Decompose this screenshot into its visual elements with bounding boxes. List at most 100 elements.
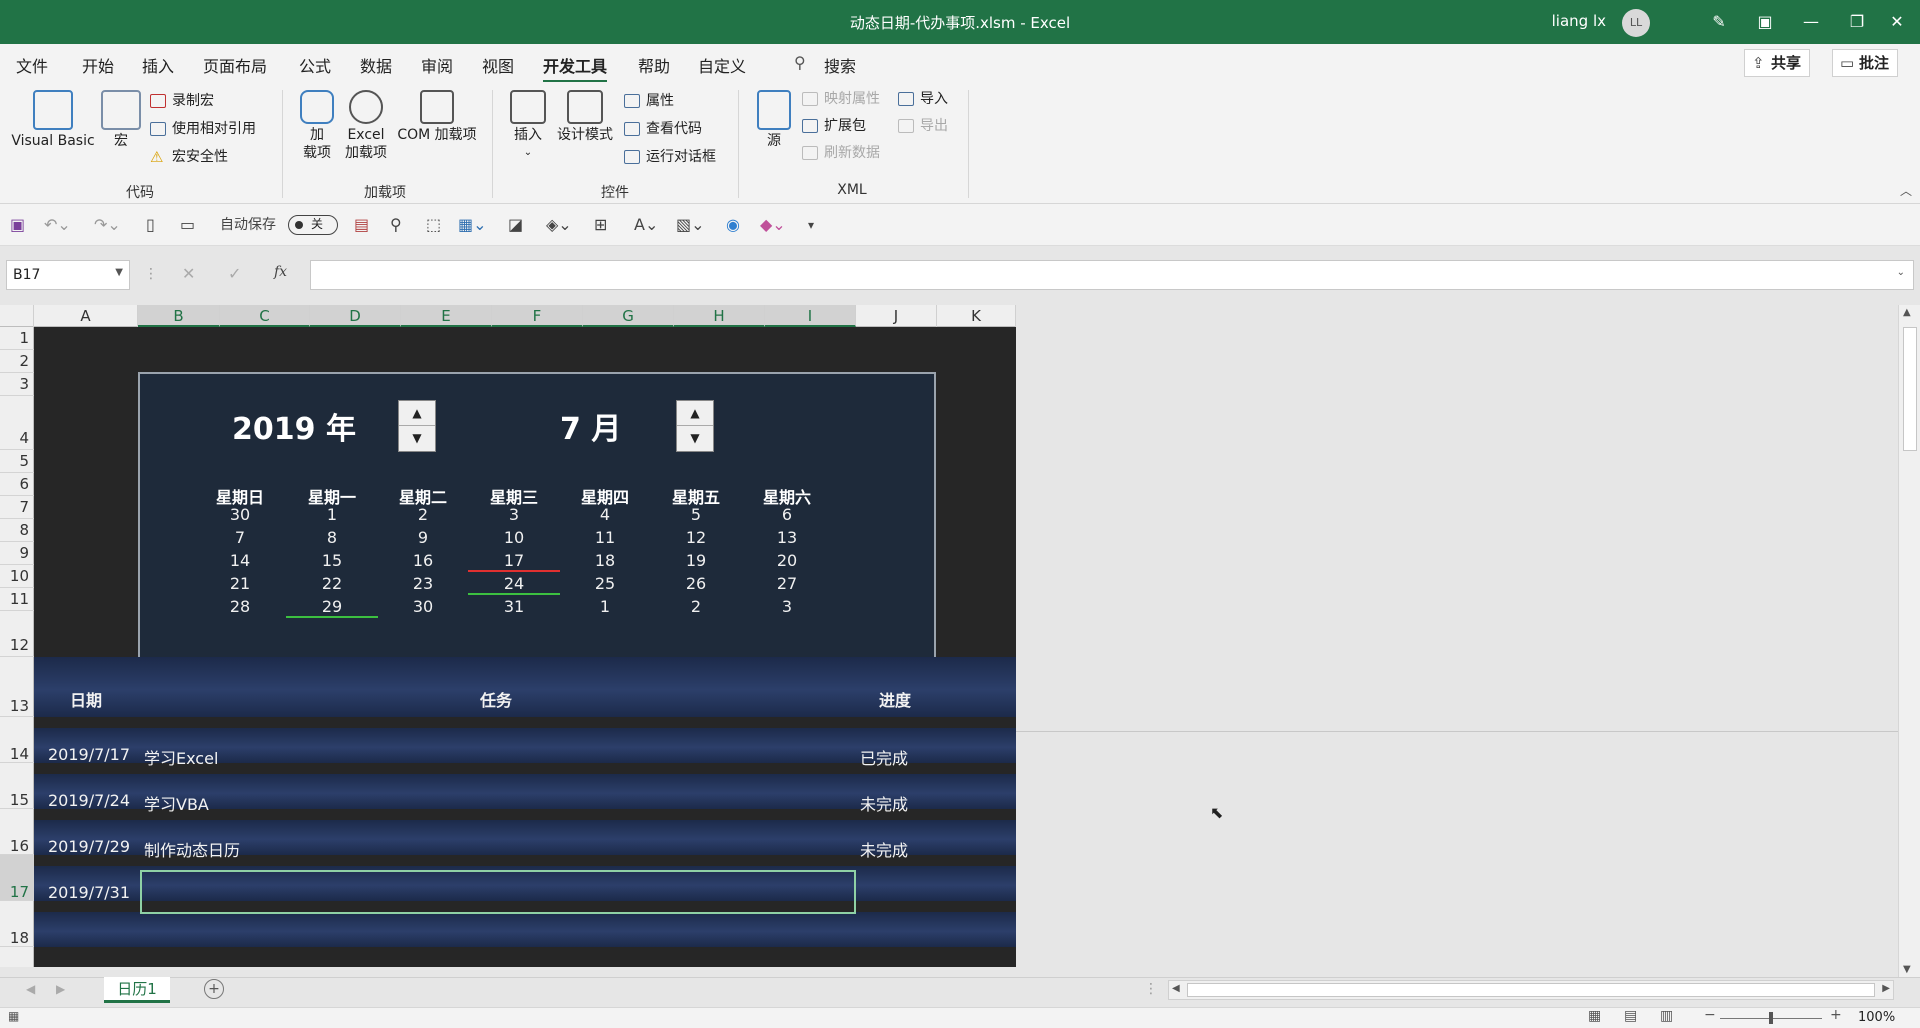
- comments-button[interactable]: ▭ 批注: [1832, 49, 1899, 77]
- eraser-icon[interactable]: ◆⌄: [760, 214, 786, 236]
- normal-view-icon[interactable]: ▦: [1588, 1008, 1601, 1024]
- font-color-icon[interactable]: A⌄: [634, 214, 658, 236]
- cancel-icon[interactable]: ✕: [182, 264, 195, 283]
- open-folder-icon[interactable]: ▭: [180, 214, 195, 236]
- zoom-level[interactable]: 100%: [1858, 1010, 1895, 1025]
- sheet-tab[interactable]: 日历1: [104, 977, 170, 1003]
- scroll-down-icon[interactable]: ▼: [1903, 964, 1911, 975]
- zoom-slider[interactable]: [1720, 1012, 1822, 1024]
- shape-icon[interactable]: ◉: [726, 214, 740, 236]
- zoom-icon[interactable]: ⚲: [390, 214, 402, 236]
- refresh-data-button[interactable]: 刷新数据: [800, 142, 880, 164]
- tab-customize[interactable]: 自定义: [698, 53, 746, 77]
- horizontal-scrollbar[interactable]: ◀ ▶: [1168, 980, 1894, 1000]
- row-header[interactable]: 18: [0, 901, 34, 947]
- month-down-icon[interactable]: ▼: [677, 426, 713, 451]
- com-addins-button[interactable]: COM 加载项: [392, 90, 482, 144]
- row-header[interactable]: 11: [0, 588, 34, 611]
- autosave-toggle[interactable]: 关: [288, 215, 338, 235]
- user-name[interactable]: liang lx: [1552, 12, 1606, 30]
- run-dialog-button[interactable]: 运行对话框: [622, 146, 716, 168]
- row-header[interactable]: 7: [0, 496, 34, 519]
- select-all-corner[interactable]: [0, 305, 34, 327]
- column-header-d[interactable]: D: [310, 305, 401, 327]
- row-header[interactable]: 14: [0, 717, 34, 763]
- row-header[interactable]: 9: [0, 542, 34, 565]
- view-code-button[interactable]: 查看代码: [622, 118, 702, 140]
- conditional-format-icon[interactable]: ▧⌄: [676, 214, 705, 236]
- year-down-icon[interactable]: ▼: [399, 426, 435, 451]
- zoom-in-icon[interactable]: +: [1830, 1007, 1842, 1023]
- pen-icon[interactable]: ✎: [1696, 0, 1742, 44]
- borders-icon[interactable]: ⊞: [594, 214, 607, 236]
- row-header[interactable]: 1: [0, 327, 34, 350]
- search-box[interactable]: 搜索: [824, 53, 856, 77]
- insert-control-button[interactable]: 插入 ⌄: [505, 90, 551, 162]
- row-header[interactable]: 2: [0, 350, 34, 373]
- xml-source-button[interactable]: 源: [752, 90, 796, 150]
- scroll-right-icon[interactable]: ▶: [1882, 983, 1890, 994]
- year-up-icon[interactable]: ▲: [399, 401, 435, 426]
- addins-button[interactable]: 加 载项: [294, 90, 340, 162]
- scroll-thumb[interactable]: [1903, 327, 1917, 451]
- design-mode-button[interactable]: 设计模式: [552, 90, 618, 144]
- column-header-a[interactable]: A: [34, 305, 138, 327]
- empty-sheet-area[interactable]: ⬉: [1016, 305, 1898, 967]
- row-header[interactable]: 8: [0, 519, 34, 542]
- column-header-k[interactable]: K: [937, 305, 1016, 327]
- import-button[interactable]: 导入: [896, 88, 948, 110]
- redo-icon[interactable]: ↷⌄: [94, 214, 121, 236]
- expand-formula-icon[interactable]: ⌄: [1897, 267, 1905, 278]
- tab-insert[interactable]: 插入: [142, 53, 174, 77]
- row-header[interactable]: 15: [0, 763, 34, 809]
- relative-reference-button[interactable]: 使用相对引用: [148, 118, 256, 140]
- tab-splitter-icon[interactable]: ⋮: [1144, 981, 1158, 997]
- hscroll-thumb[interactable]: [1187, 983, 1875, 997]
- macro-record-icon[interactable]: ▦: [8, 1009, 19, 1023]
- year-spinner[interactable]: ▲ ▼: [398, 400, 436, 452]
- column-header-j[interactable]: J: [856, 305, 937, 327]
- chart-icon[interactable]: ◪: [508, 214, 523, 236]
- map-properties-button[interactable]: 映射属性: [800, 88, 880, 110]
- formula-input[interactable]: ⌄: [310, 260, 1914, 290]
- row-header[interactable]: 3: [0, 373, 34, 396]
- row-header[interactable]: 6: [0, 473, 34, 496]
- column-header-b[interactable]: B: [138, 305, 220, 327]
- row-header[interactable]: 13: [0, 657, 34, 717]
- properties-button[interactable]: 属性: [622, 90, 674, 112]
- table-row[interactable]: [34, 912, 1016, 947]
- macro-security-button[interactable]: ⚠ 宏安全性: [148, 146, 228, 168]
- tab-help[interactable]: 帮助: [638, 53, 670, 77]
- tab-data[interactable]: 数据: [360, 53, 392, 77]
- active-cell-b17[interactable]: [140, 870, 856, 914]
- print-preview-icon[interactable]: ▤: [354, 214, 369, 236]
- worksheet[interactable]: 2019 年 ▲ ▼ 7 月 ▲ ▼ 星期日 星期一 星期二 星期三 星期四 星期五 星期六…: [34, 327, 1016, 967]
- row-header[interactable]: 12: [0, 611, 34, 657]
- tab-formulas[interactable]: 公式: [299, 53, 331, 77]
- prev-sheet-icon[interactable]: ◀: [26, 982, 35, 996]
- page-break-view-icon[interactable]: ▥: [1660, 1008, 1673, 1024]
- undo-icon[interactable]: ↶⌄: [44, 214, 71, 236]
- tab-view[interactable]: 视图: [482, 53, 514, 77]
- vertical-scrollbar[interactable]: ▲ ▼: [1898, 305, 1920, 977]
- name-box[interactable]: B17 ▼: [6, 260, 130, 290]
- fill-color-icon[interactable]: ◈⌄: [546, 214, 572, 236]
- avatar[interactable]: LL: [1622, 9, 1650, 37]
- search-icon[interactable]: ⚲: [794, 53, 806, 72]
- zoom-out-icon[interactable]: −: [1704, 1007, 1716, 1023]
- minimize-icon[interactable]: —: [1788, 0, 1834, 44]
- month-up-icon[interactable]: ▲: [677, 401, 713, 426]
- tab-developer[interactable]: 开发工具: [543, 53, 608, 83]
- row-header[interactable]: 16: [0, 809, 34, 855]
- add-sheet-icon[interactable]: +: [204, 979, 224, 999]
- tab-page-layout[interactable]: 页面布局: [203, 53, 267, 77]
- new-file-icon[interactable]: ▯: [146, 214, 155, 236]
- close-icon[interactable]: ✕: [1874, 0, 1920, 44]
- zoom-slider-thumb[interactable]: [1769, 1012, 1773, 1024]
- tab-file[interactable]: 文件: [16, 53, 48, 77]
- share-button[interactable]: ⇪ 共享: [1744, 49, 1811, 77]
- next-sheet-icon[interactable]: ▶: [56, 982, 65, 996]
- tab-review[interactable]: 审阅: [421, 53, 453, 77]
- column-header-h[interactable]: H: [674, 305, 765, 327]
- row-header[interactable]: 4: [0, 396, 34, 450]
